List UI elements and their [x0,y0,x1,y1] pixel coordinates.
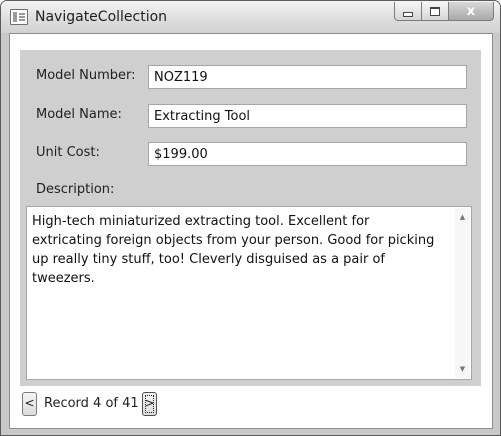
model-number-field[interactable]: NOZ119 [148,65,467,89]
window-title: NavigateCollection [35,9,168,25]
caption-buttons: x [394,2,494,22]
product-details-panel: Model Number: NOZ119 Model Name: Extract… [20,50,481,386]
minimize-icon [403,11,413,17]
scroll-up-arrow-icon[interactable]: ▲ [455,210,470,224]
model-name-label: Model Name: [36,107,122,122]
description-scrollbar[interactable]: ▲ ▼ [455,208,470,378]
main-window: NavigateCollection x Model Number: NOZ11… [0,0,501,436]
unit-cost-label: Unit Cost: [36,145,100,160]
record-counter: Record 4 of 41 [44,396,139,411]
window-icon[interactable] [10,9,28,25]
description-text: High-tech miniaturized extracting tool. … [32,214,435,286]
previous-record-button[interactable]: < [22,392,37,416]
title-bar[interactable]: NavigateCollection x [1,1,500,33]
description-label: Description: [36,182,115,197]
close-icon: x [466,3,476,19]
client-area: Model Number: NOZ119 Model Name: Extract… [9,33,493,429]
next-record-button[interactable]: > [142,392,157,416]
description-textarea[interactable]: High-tech miniaturized extracting tool. … [26,206,472,380]
scroll-down-arrow-icon[interactable]: ▼ [455,362,470,376]
close-button[interactable]: x [449,2,494,21]
maximize-button[interactable] [422,2,449,21]
model-name-field[interactable]: Extracting Tool [148,104,467,128]
model-number-label: Model Number: [36,68,136,83]
minimize-button[interactable] [394,2,422,21]
maximize-icon [430,6,440,16]
unit-cost-field[interactable]: $199.00 [148,142,467,166]
